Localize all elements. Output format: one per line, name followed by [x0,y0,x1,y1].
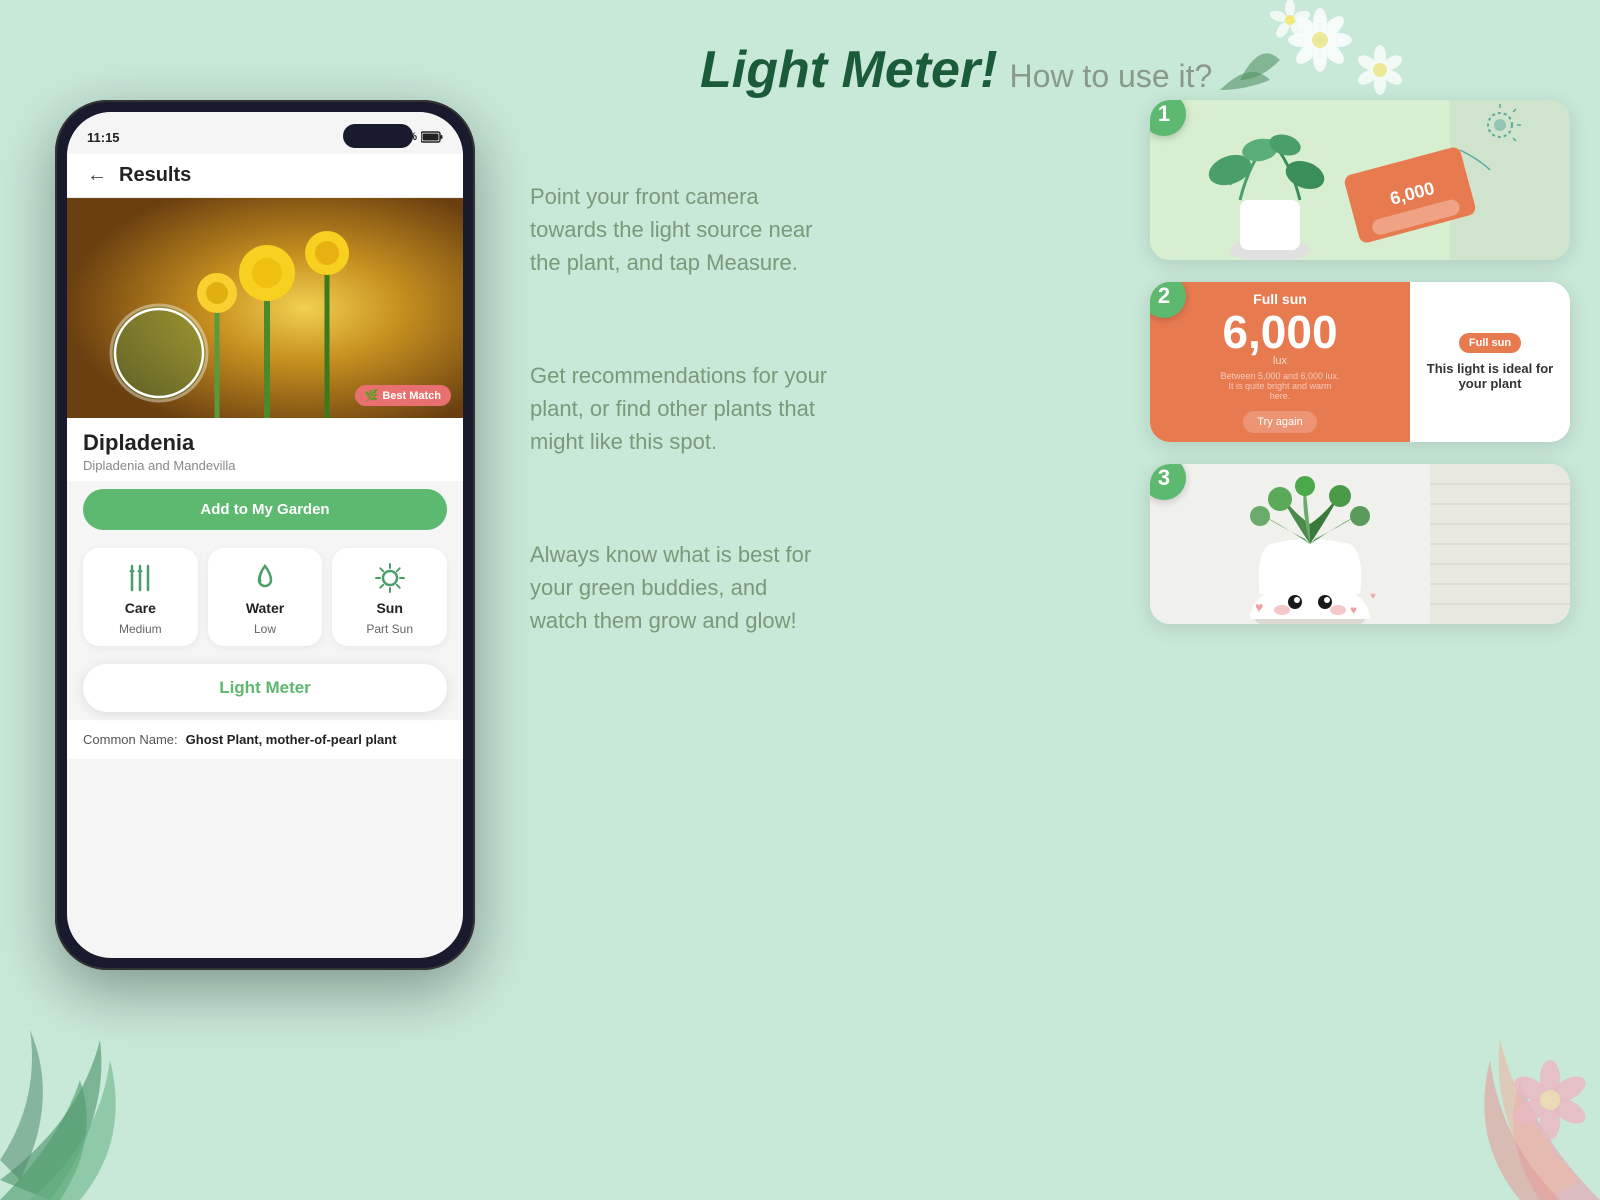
sun-icon [374,562,406,594]
card-3: 3 ♥ ♥ ♥ [1150,464,1570,624]
plant-name: Dipladenia [83,430,447,456]
back-arrow[interactable]: ← [87,164,107,187]
add-to-garden-button[interactable]: Add to My Garden [83,489,447,530]
battery-icon [421,131,443,143]
card3-svg: ♥ ♥ ♥ [1150,464,1570,624]
card1-svg: 6,000 [1150,100,1570,260]
light-meter-button[interactable]: Light Meter [83,664,447,712]
instructions-section: Point your front camera towards the ligh… [530,180,830,717]
care-label: Care [125,600,156,616]
common-name-label-text: Common Name: [83,732,178,747]
water-icon [249,562,281,594]
best-match-badge: 🌿 Best Match [355,385,451,406]
header-title: Light Meter! [700,40,998,100]
instruction-1: Point your front camera towards the ligh… [530,180,830,279]
plant-image-area: 🌿 Best Match [67,198,463,418]
card-2: 2 Full sun 6,000 lux Between 5,000 and 6… [1150,282,1570,442]
card-3-image: ♥ ♥ ♥ [1150,464,1570,624]
card-1-image: 6,000 [1150,100,1570,260]
phone-mockup: 11:15 100% [55,100,475,1000]
phone-screen: 11:15 100% [67,112,463,958]
nav-title: Results [119,164,191,187]
card-1: 1 6,000 [1150,100,1570,260]
care-tools-icon [124,562,156,594]
full-sun-badge: Full sun [1459,333,1521,353]
lux-value: 6,000 [1222,309,1337,355]
care-card-sun: Sun Part Sun [332,548,447,646]
try-again-button[interactable]: Try again [1243,411,1316,433]
care-card-water: Water Low [208,548,323,646]
best-match-label: Best Match [382,390,441,402]
svg-text:♥: ♥ [1370,591,1376,602]
full-sun-title-card: Full sun [1253,291,1307,307]
numbered-cards-section: 1 6,000 [1150,100,1570,624]
header-subtitle: How to use it? [1010,58,1213,95]
sun-value: Part Sun [366,622,413,636]
plant-latin-name: Dipladenia and Mandevilla [83,458,447,473]
phone-frame: 11:15 100% [55,100,475,970]
card2-white-panel: Full sun This light is ideal for your pl… [1410,282,1570,442]
plant-info: Dipladenia Dipladenia and Mandevilla [67,418,463,481]
best-match-icon: 🌿 [365,389,379,402]
bg-leaves-right-decoration [1380,880,1600,1200]
ideal-text: This light is ideal for your plant [1422,361,1558,391]
instruction-2: Get recommendations for your plant, or f… [530,359,830,458]
care-value: Medium [119,622,162,636]
water-label: Water [246,600,284,616]
instruction-3: Always know what is best for your green … [530,538,830,637]
sun-label: Sun [376,600,402,616]
phone-time: 11:15 [87,130,120,145]
lux-unit: lux [1273,355,1287,367]
card2-orange-panel: Full sun 6,000 lux Between 5,000 and 6,0… [1150,282,1410,442]
phone-navbar: ← Results [67,154,463,198]
common-name-value-text: Ghost Plant, mother-of-pearl plant [186,732,397,747]
water-value: Low [254,622,276,636]
common-name-bar: Common Name: Ghost Plant, mother-of-pear… [67,720,463,759]
care-cards-row: Care Medium Water Low [67,538,463,656]
card-2-image: Full sun 6,000 lux Between 5,000 and 6,0… [1150,282,1570,442]
svg-text:♥: ♥ [1255,599,1263,615]
phone-camera-bump [343,124,413,148]
care-card-care: Care Medium [83,548,198,646]
lux-description: Between 5,000 and 6,000 lux. It is quite… [1220,371,1340,401]
header: Light Meter! How to use it? [700,40,1212,100]
svg-text:♥: ♥ [1350,603,1357,617]
